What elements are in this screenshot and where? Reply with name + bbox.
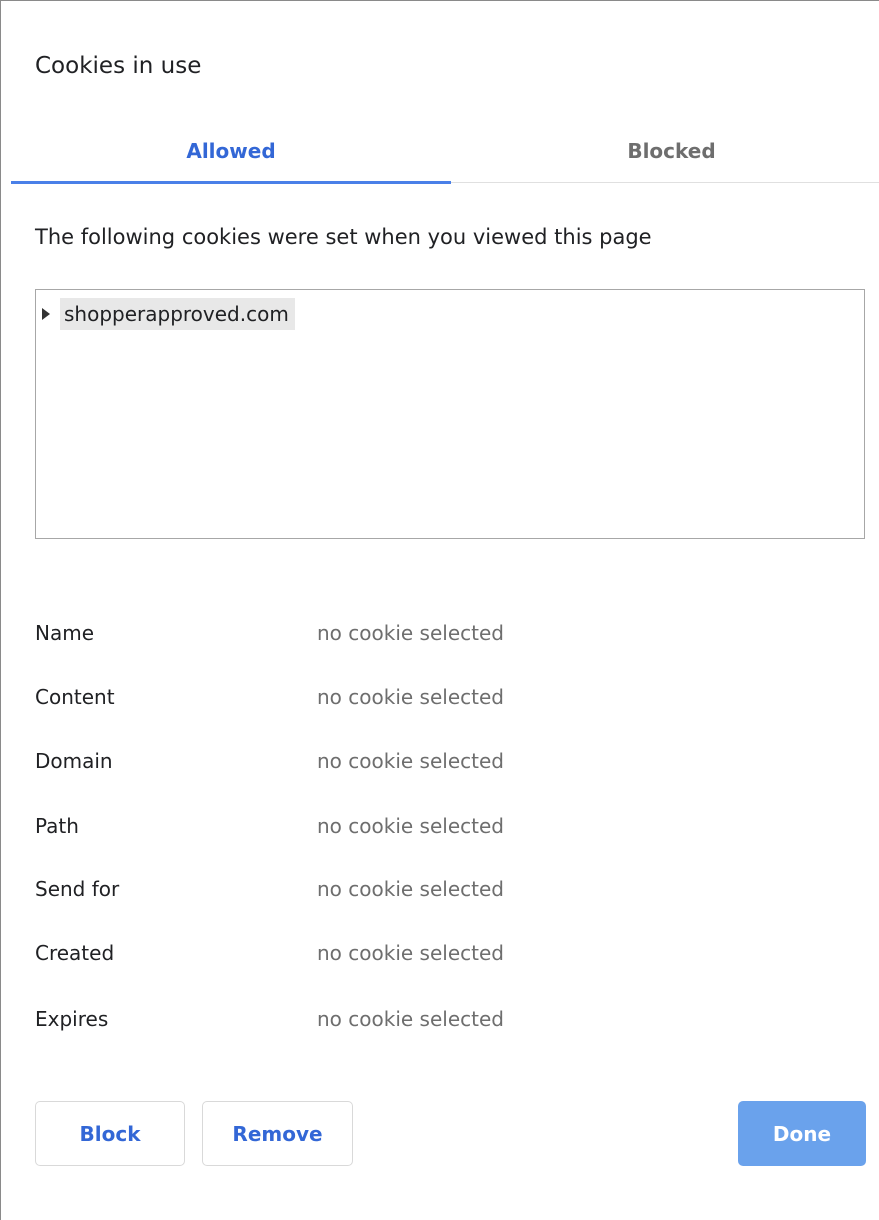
tab-allowed[interactable]: Allowed xyxy=(11,119,451,184)
description-text: The following cookies were set when you … xyxy=(35,225,652,249)
detail-value: no cookie selected xyxy=(317,749,504,773)
detail-label: Domain xyxy=(35,749,113,773)
detail-label: Name xyxy=(35,621,95,645)
dialog-title: Cookies in use xyxy=(35,53,202,79)
block-button[interactable]: Block xyxy=(35,1101,185,1166)
detail-row-content: Content no cookie selected xyxy=(35,681,835,713)
expand-arrow-icon[interactable] xyxy=(42,308,60,320)
detail-value: no cookie selected xyxy=(317,1007,504,1031)
detail-value: no cookie selected xyxy=(317,877,504,901)
detail-label: Send for xyxy=(35,877,120,901)
detail-row-created: Created no cookie selected xyxy=(35,937,835,969)
detail-row-path: Path no cookie selected xyxy=(35,810,835,842)
detail-label: Expires xyxy=(35,1007,109,1031)
detail-row-expires: Expires no cookie selected xyxy=(35,1003,835,1035)
tree-item-label: shopperapproved.com xyxy=(60,298,295,330)
cookies-dialog: Cookies in use Allowed Blocked The follo… xyxy=(0,0,879,1220)
tab-bar: Allowed Blocked xyxy=(11,119,879,184)
detail-value: no cookie selected xyxy=(317,685,504,709)
remove-button[interactable]: Remove xyxy=(202,1101,353,1166)
detail-label: Path xyxy=(35,814,79,838)
detail-row-name: Name no cookie selected xyxy=(35,617,835,649)
detail-label: Created xyxy=(35,941,115,965)
tree-item-shopperapproved[interactable]: shopperapproved.com xyxy=(42,296,295,332)
done-button[interactable]: Done xyxy=(738,1101,866,1166)
detail-row-send-for: Send for no cookie selected xyxy=(35,873,835,905)
detail-value: no cookie selected xyxy=(317,814,504,838)
detail-value: no cookie selected xyxy=(317,941,504,965)
tab-blocked[interactable]: Blocked xyxy=(459,119,879,182)
detail-value: no cookie selected xyxy=(317,621,504,645)
detail-row-domain: Domain no cookie selected xyxy=(35,745,835,777)
detail-label: Content xyxy=(35,685,115,709)
cookie-tree[interactable]: shopperapproved.com xyxy=(35,289,865,539)
